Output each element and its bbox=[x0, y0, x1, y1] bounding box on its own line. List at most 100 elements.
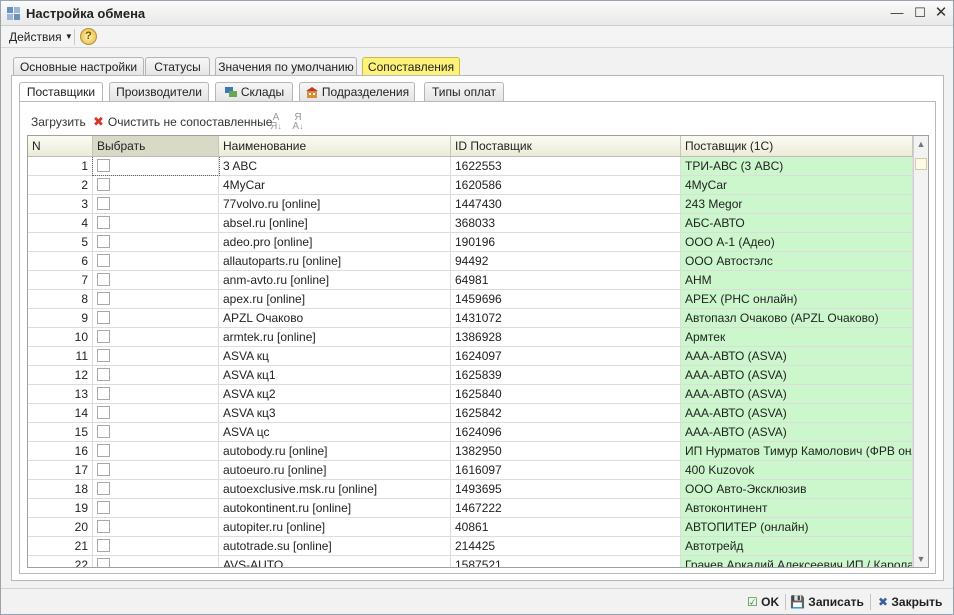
column-header-n[interactable]: N bbox=[28, 136, 93, 156]
supplier-id-cell[interactable]: 40861 bbox=[451, 518, 681, 536]
table-row[interactable]: 4 absel.ru [online] 368033 АБС-АВТО bbox=[28, 214, 913, 233]
tab-warehouses[interactable]: Склады bbox=[215, 82, 293, 102]
supplier-1c-cell[interactable]: ААА-АВТО (ASVA) bbox=[681, 366, 913, 384]
supplier-id-cell[interactable]: 64981 bbox=[451, 271, 681, 289]
supplier-name-cell[interactable]: ASVA кц bbox=[219, 347, 451, 365]
supplier-1c-cell[interactable]: ААА-АВТО (ASVA) bbox=[681, 385, 913, 403]
supplier-name-cell[interactable]: allautoparts.ru [online] bbox=[219, 252, 451, 270]
tab-default-values[interactable]: Значения по умолчанию bbox=[215, 57, 357, 76]
tab-mappings[interactable]: Сопоставления bbox=[362, 57, 460, 76]
select-cell[interactable] bbox=[93, 442, 219, 460]
select-cell[interactable] bbox=[93, 328, 219, 346]
supplier-name-cell[interactable]: absel.ru [online] bbox=[219, 214, 451, 232]
supplier-id-cell[interactable]: 1382950 bbox=[451, 442, 681, 460]
help-icon[interactable]: ? bbox=[80, 28, 97, 45]
select-cell[interactable] bbox=[93, 347, 219, 365]
select-cell[interactable] bbox=[93, 499, 219, 517]
supplier-id-cell[interactable]: 1622553 bbox=[451, 157, 681, 175]
supplier-name-cell[interactable]: 77volvo.ru [online] bbox=[219, 195, 451, 213]
table-row[interactable]: 9 APZL Очаково 1431072 Автопазл Очаково (AP… bbox=[28, 309, 913, 328]
supplier-1c-cell[interactable]: ААА-АВТО (ASVA) bbox=[681, 404, 913, 422]
tab-departments[interactable]: Подразделения bbox=[299, 82, 415, 102]
table-row[interactable]: 2 4MyCar 1620586 4MyCar bbox=[28, 176, 913, 195]
select-checkbox[interactable] bbox=[97, 425, 110, 438]
supplier-name-cell[interactable]: autotrade.su [online] bbox=[219, 537, 451, 555]
select-checkbox[interactable] bbox=[97, 197, 110, 210]
supplier-1c-cell[interactable]: АНМ bbox=[681, 271, 913, 289]
column-header-name[interactable]: Наименование bbox=[219, 136, 451, 156]
supplier-name-cell[interactable]: adeo.pro [online] bbox=[219, 233, 451, 251]
supplier-1c-cell[interactable]: ООО Автостэлс bbox=[681, 252, 913, 270]
select-checkbox[interactable] bbox=[97, 539, 110, 552]
select-cell[interactable] bbox=[93, 309, 219, 327]
supplier-1c-cell[interactable]: Армтек bbox=[681, 328, 913, 346]
table-row[interactable]: 21 autotrade.su [online] 214425 Автотрейд bbox=[28, 537, 913, 556]
scroll-down-icon[interactable]: ▼ bbox=[914, 551, 928, 567]
supplier-1c-cell[interactable]: 243 Megor bbox=[681, 195, 913, 213]
supplier-1c-cell[interactable]: ИП Нурматов Тимур Камолович (ФРВ онл... bbox=[681, 442, 913, 460]
supplier-id-cell[interactable]: 1587521 bbox=[451, 556, 681, 567]
table-row[interactable]: 13 ASVA кц2 1625840 ААА-АВТО (ASVA) bbox=[28, 385, 913, 404]
select-cell[interactable] bbox=[93, 423, 219, 441]
supplier-id-cell[interactable]: 1625839 bbox=[451, 366, 681, 384]
supplier-id-cell[interactable]: 1625842 bbox=[451, 404, 681, 422]
select-checkbox[interactable] bbox=[97, 159, 110, 172]
select-cell[interactable] bbox=[93, 290, 219, 308]
supplier-1c-cell[interactable]: APEX (РНС онлайн) bbox=[681, 290, 913, 308]
supplier-id-cell[interactable]: 214425 bbox=[451, 537, 681, 555]
select-checkbox[interactable] bbox=[97, 273, 110, 286]
supplier-name-cell[interactable]: APZL Очаково bbox=[219, 309, 451, 327]
supplier-1c-cell[interactable]: 400 Kuzovok bbox=[681, 461, 913, 479]
supplier-name-cell[interactable]: ASVA кц3 bbox=[219, 404, 451, 422]
select-cell[interactable] bbox=[93, 385, 219, 403]
select-cell[interactable] bbox=[93, 366, 219, 384]
ok-button[interactable]: ☑ OK bbox=[747, 594, 779, 610]
scroll-thumb[interactable] bbox=[915, 158, 927, 170]
supplier-1c-cell[interactable]: Грачев Аркадий Алексеевич ИП / Карола... bbox=[681, 556, 913, 567]
supplier-id-cell[interactable]: 1431072 bbox=[451, 309, 681, 327]
select-cell[interactable] bbox=[93, 233, 219, 251]
select-checkbox[interactable] bbox=[97, 463, 110, 476]
select-checkbox[interactable] bbox=[97, 311, 110, 324]
table-row[interactable]: 7 anm-avto.ru [online] 64981 АНМ bbox=[28, 271, 913, 290]
select-checkbox[interactable] bbox=[97, 406, 110, 419]
supplier-id-cell[interactable]: 1386928 bbox=[451, 328, 681, 346]
supplier-1c-cell[interactable]: 4MyCar bbox=[681, 176, 913, 194]
supplier-name-cell[interactable]: apex.ru [online] bbox=[219, 290, 451, 308]
select-checkbox[interactable] bbox=[97, 330, 110, 343]
table-row[interactable]: 10 armtek.ru [online] 1386928 Армтек bbox=[28, 328, 913, 347]
select-checkbox[interactable] bbox=[97, 444, 110, 457]
clear-unmatched-button[interactable]: ✖ Очистить не сопоставленные bbox=[93, 113, 272, 131]
table-row[interactable]: 22 AVS-AUTO 1587521 Грачев Аркадий Алексеев… bbox=[28, 556, 913, 567]
supplier-name-cell[interactable]: autoeuro.ru [online] bbox=[219, 461, 451, 479]
vertical-scrollbar[interactable]: ▲ ▼ bbox=[913, 136, 928, 567]
supplier-id-cell[interactable]: 190196 bbox=[451, 233, 681, 251]
select-checkbox[interactable] bbox=[97, 292, 110, 305]
table-row[interactable]: 20 autopiter.ru [online] 40861 АВТОПИТЕР (о… bbox=[28, 518, 913, 537]
supplier-id-cell[interactable]: 1624097 bbox=[451, 347, 681, 365]
supplier-id-cell[interactable]: 1625840 bbox=[451, 385, 681, 403]
supplier-name-cell[interactable]: autobody.ru [online] bbox=[219, 442, 451, 460]
select-checkbox[interactable] bbox=[97, 501, 110, 514]
supplier-1c-cell[interactable]: Автопазл Очаково (APZL Очаково) bbox=[681, 309, 913, 327]
select-checkbox[interactable] bbox=[97, 387, 110, 400]
supplier-name-cell[interactable]: autopiter.ru [online] bbox=[219, 518, 451, 536]
table-row[interactable]: 19 autokontinent.ru [online] 1467222 Автоко… bbox=[28, 499, 913, 518]
supplier-1c-cell[interactable]: ААА-АВТО (ASVA) bbox=[681, 347, 913, 365]
select-cell[interactable] bbox=[93, 404, 219, 422]
close-icon[interactable]: ✕ bbox=[933, 5, 949, 21]
supplier-name-cell[interactable]: AVS-AUTO bbox=[219, 556, 451, 567]
load-button[interactable]: Загрузить bbox=[31, 113, 86, 131]
supplier-name-cell[interactable]: autokontinent.ru [online] bbox=[219, 499, 451, 517]
tab-payment-types[interactable]: Типы оплат bbox=[424, 82, 504, 102]
select-cell[interactable] bbox=[93, 214, 219, 232]
select-checkbox[interactable] bbox=[97, 235, 110, 248]
supplier-id-cell[interactable]: 368033 bbox=[451, 214, 681, 232]
table-row[interactable]: 12 ASVA кц1 1625839 ААА-АВТО (ASVA) bbox=[28, 366, 913, 385]
supplier-name-cell[interactable]: autoexclusive.msk.ru [online] bbox=[219, 480, 451, 498]
select-cell[interactable] bbox=[93, 556, 219, 567]
supplier-name-cell[interactable]: ASVA кц2 bbox=[219, 385, 451, 403]
select-cell[interactable] bbox=[93, 537, 219, 555]
actions-menu[interactable]: Действия ▼ bbox=[9, 30, 73, 44]
supplier-id-cell[interactable]: 1459696 bbox=[451, 290, 681, 308]
